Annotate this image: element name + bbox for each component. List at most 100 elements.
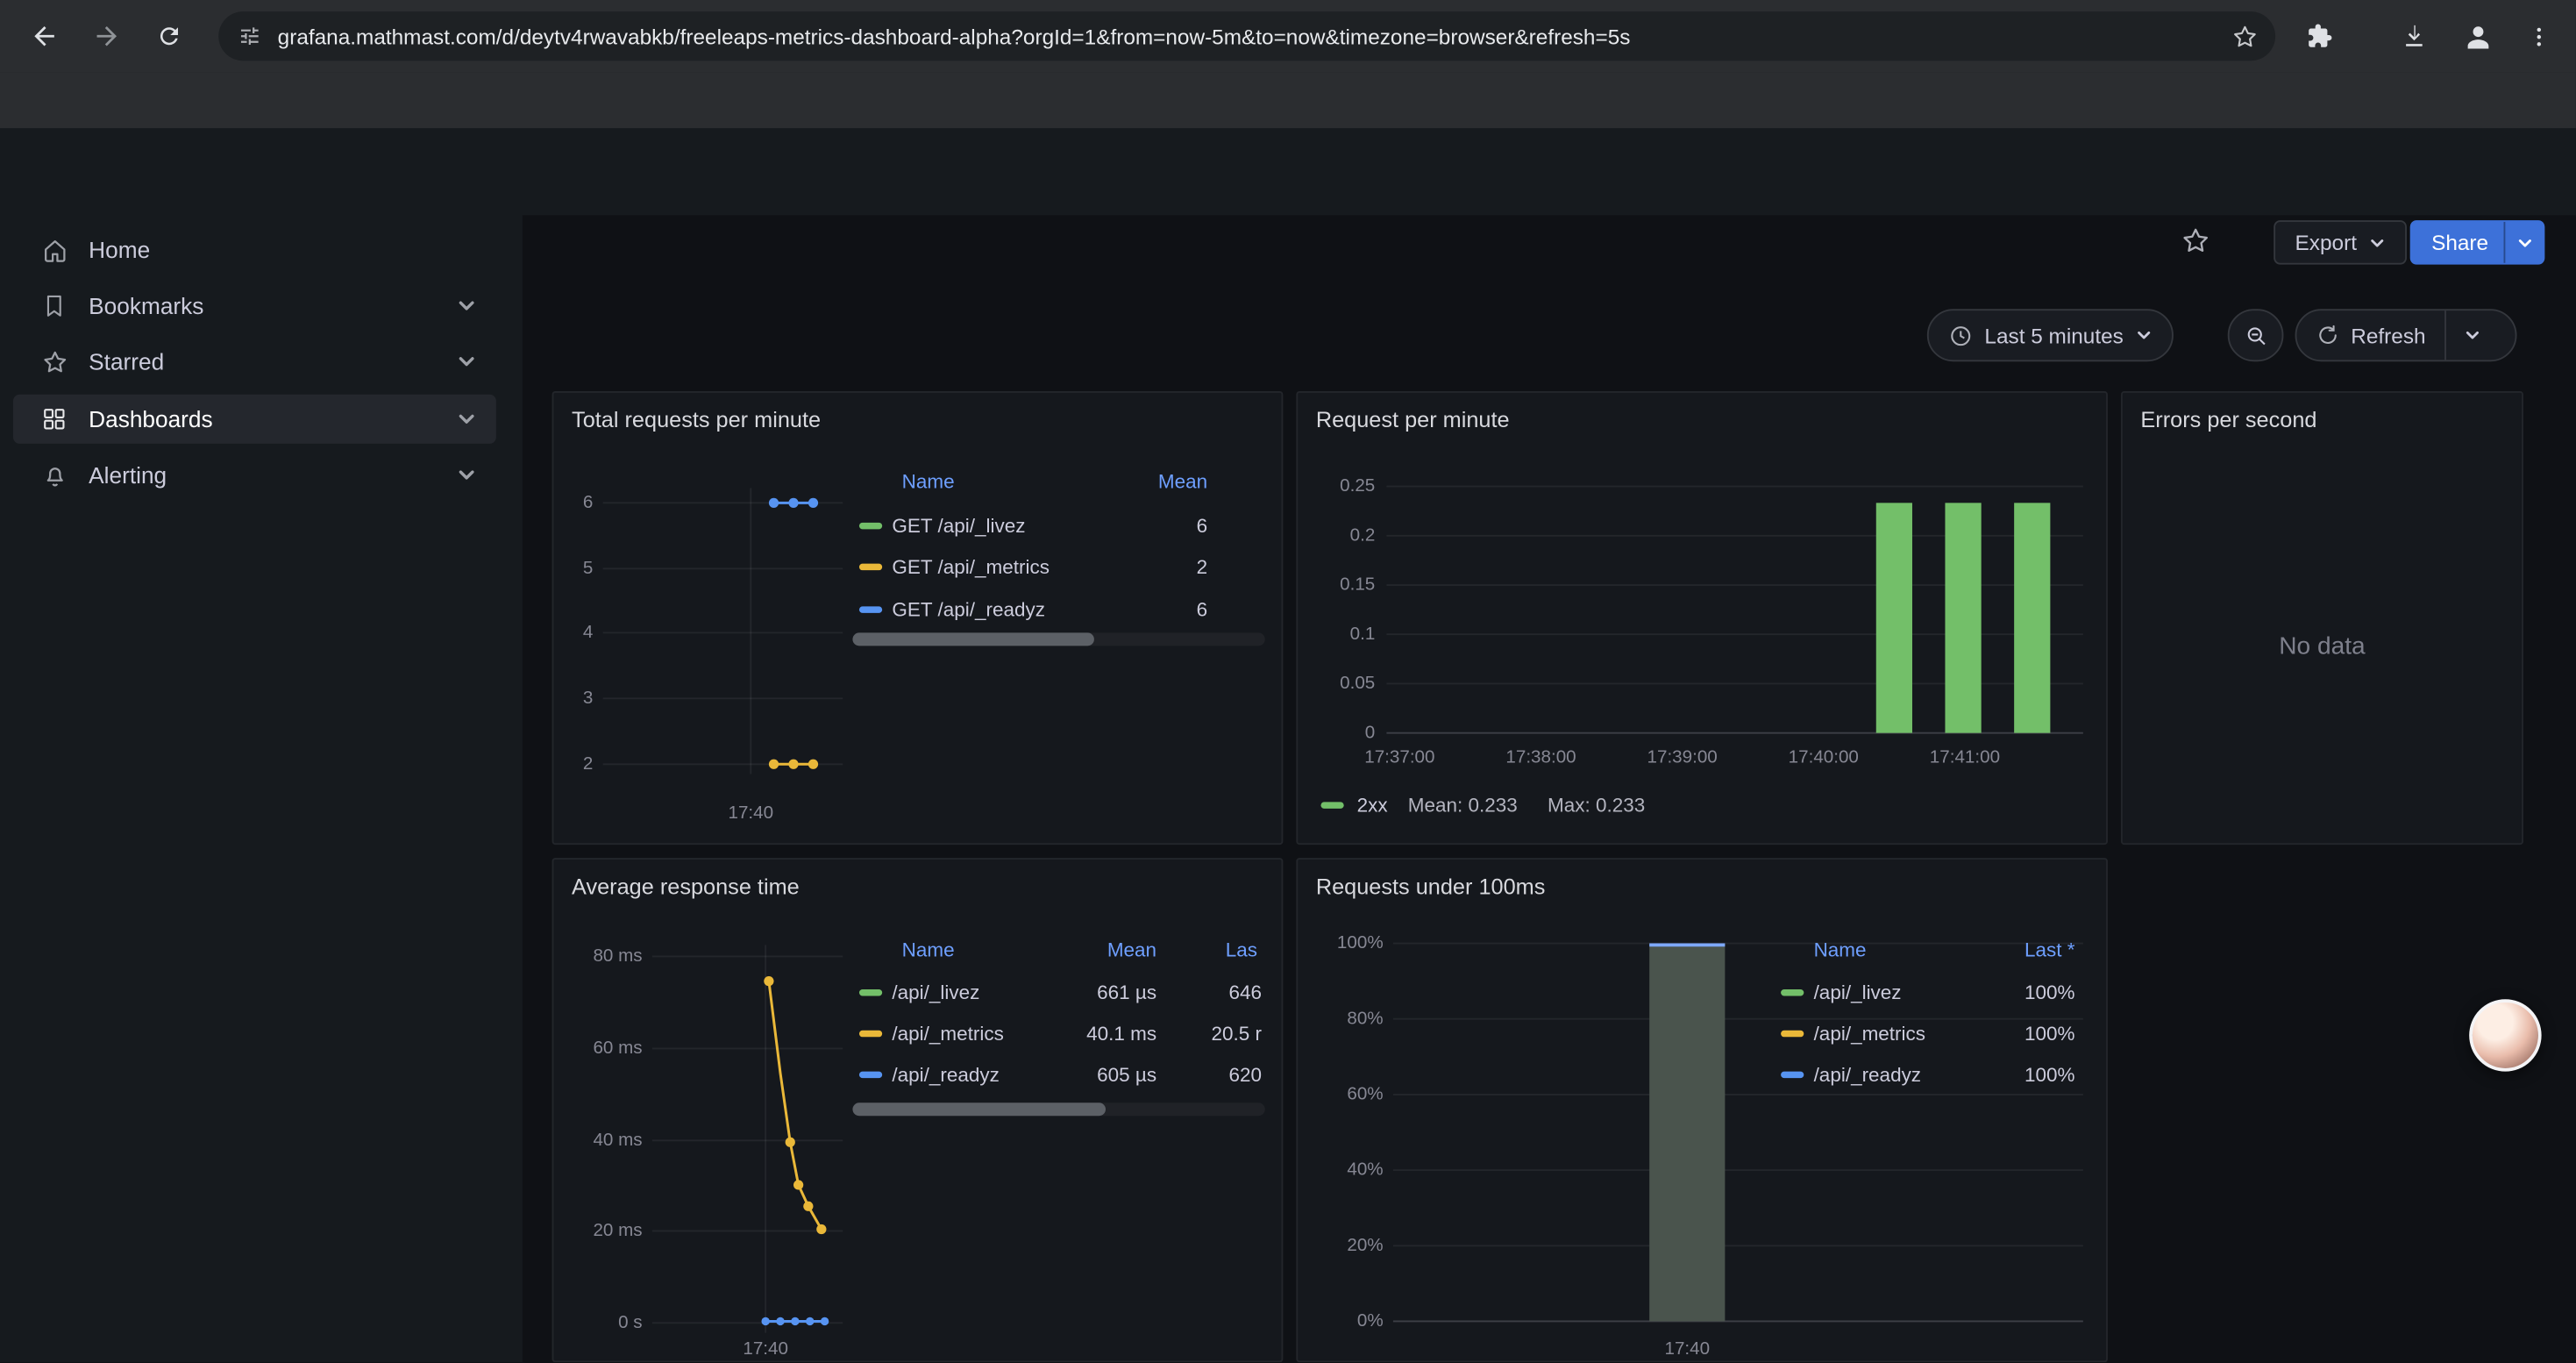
sidebar-item-dashboards[interactable]: Dashboards (13, 395, 496, 444)
chevron-down-icon (2368, 234, 2385, 251)
bookmarks-bar: Freeleaps 收藏博客 (0, 72, 2576, 130)
panel-title[interactable]: Errors per second (2140, 408, 2316, 432)
legend-series-name[interactable]: /api/_livez (1814, 982, 1902, 1003)
x-tick: 17:39:00 (1630, 748, 1735, 767)
legend-last-value: 100% (2025, 1065, 2075, 1086)
legend-series-name[interactable]: GET /api/_readyz (892, 600, 1045, 621)
sidebar-item-bookmarks[interactable]: Bookmarks (13, 281, 496, 330)
profile-icon[interactable] (2454, 13, 2500, 59)
reload-icon[interactable] (146, 13, 192, 59)
legend-series-name[interactable]: /api/_readyz (1814, 1065, 1921, 1086)
legend-last-value: 620 (1228, 1065, 1262, 1086)
legend-col-last[interactable]: Las (1226, 940, 1269, 961)
screen: Freeleaps 收藏博客 Grafana Home Dashboards F… (0, 0, 2576, 1362)
legend-max: Max: 0.233 (1548, 796, 1645, 817)
legend-series-name[interactable]: /api/_readyz (892, 1065, 999, 1086)
y-tick: 6 (553, 493, 593, 512)
legend-series-name[interactable]: /api/_metrics (1814, 1024, 1925, 1045)
time-range-picker[interactable]: Last 5 minutes (1927, 309, 2173, 361)
panel-requests-under-100ms: Requests under 100ms 100% 80% 60% 40% 20… (1296, 858, 2108, 1362)
browser-toolbar (0, 0, 2576, 72)
y-tick: 0% (1298, 1311, 1383, 1331)
legend-col-mean[interactable]: Mean (1158, 472, 1207, 493)
share-button[interactable]: Share (2410, 220, 2544, 265)
refresh-interval-caret[interactable] (2464, 327, 2480, 344)
forward-icon[interactable] (84, 13, 130, 59)
series-swatch (1320, 802, 1343, 808)
legend-series-name[interactable]: GET /api/_metrics (892, 557, 1050, 578)
bookmark-star-icon[interactable] (2231, 22, 2259, 50)
panel-avg-response-time: Average response time 80 ms 60 ms (552, 858, 1284, 1362)
legend-series-name[interactable]: 2xx (1357, 796, 1388, 817)
legend-mean-value: 2 (1197, 557, 1208, 578)
legend-mean-value: 605 µs (1097, 1065, 1156, 1086)
requests-under-100ms-chart[interactable] (1298, 860, 2110, 1362)
floating-avatar-button[interactable] (2469, 999, 2541, 1071)
share-menu-caret[interactable] (2503, 222, 2533, 263)
back-icon[interactable] (21, 13, 67, 59)
favorite-star-icon[interactable] (2180, 225, 2211, 257)
downloads-icon[interactable] (2390, 13, 2436, 59)
legend-col-mean[interactable]: Mean (1107, 940, 1156, 961)
legend-last-value: 100% (2025, 982, 2075, 1003)
legend-last-value: 646 (1228, 982, 1262, 1003)
y-tick: 0 s (553, 1313, 642, 1332)
legend-scrollbar-thumb[interactable] (852, 632, 1093, 646)
bell-icon (39, 460, 69, 490)
series-swatch (859, 1031, 882, 1037)
no-data-message: No data (2123, 632, 2522, 660)
legend-scrollbar-thumb[interactable] (852, 1103, 1106, 1116)
chevron-down-icon (2135, 327, 2152, 344)
y-tick: 80% (1298, 1009, 1383, 1028)
star-icon (39, 346, 69, 376)
series-swatch (1781, 1072, 1804, 1078)
browser-menu-icon[interactable] (2516, 13, 2561, 59)
legend-scrollbar[interactable] (852, 632, 1264, 646)
legend-series-name[interactable]: /api/_metrics (892, 1024, 1003, 1045)
y-tick: 60% (1298, 1085, 1383, 1104)
sidebar-item-label: Home (89, 237, 150, 263)
dashboards-grid-icon (39, 404, 69, 434)
series-swatch (859, 989, 882, 995)
x-tick: 17:40 (709, 803, 792, 823)
legend-col-last[interactable]: Last * (2025, 940, 2074, 961)
y-tick: 0.05 (1298, 674, 1375, 693)
legend-scrollbar[interactable] (852, 1103, 1264, 1116)
legend-last-value: 100% (2025, 1024, 2075, 1045)
y-tick: 40 ms (553, 1131, 642, 1150)
x-tick: 17:41:00 (1912, 748, 2017, 767)
refresh-button[interactable]: Refresh (2295, 309, 2517, 361)
chevron-down-icon[interactable] (457, 352, 476, 371)
refresh-icon (2316, 324, 2339, 346)
time-range-label: Last 5 minutes (1984, 323, 2123, 347)
chevron-down-icon[interactable] (457, 465, 476, 484)
chevron-down-icon[interactable] (457, 410, 476, 429)
export-button[interactable]: Export (2274, 220, 2406, 265)
url-bar[interactable] (218, 11, 2275, 61)
legend-mean-value: 40.1 ms (1086, 1024, 1156, 1045)
sidebar-item-home[interactable]: Home (13, 225, 496, 275)
grafana-header: Grafana Home Dashboards Freeleaps Metric… (0, 128, 2576, 217)
panel-errors-per-second: Errors per second No data (2121, 391, 2523, 845)
extensions-icon[interactable] (2296, 13, 2342, 59)
y-tick: 0.1 (1298, 624, 1375, 644)
legend-series-name[interactable]: GET /api/_livez (892, 516, 1025, 537)
sidebar-item-starred[interactable]: Starred (13, 337, 496, 386)
zoom-out-button[interactable] (2228, 309, 2284, 361)
request-per-minute-chart[interactable] (1298, 393, 2110, 846)
url-input[interactable] (278, 24, 2231, 48)
sidebar-item-label: Alerting (89, 462, 167, 489)
sidebar-item-label: Dashboards (89, 406, 212, 432)
legend-col-name[interactable]: Name (902, 472, 955, 493)
legend-col-name[interactable]: Name (902, 940, 955, 961)
legend-col-name[interactable]: Name (1814, 940, 1867, 961)
sidebar-item-alerting[interactable]: Alerting (13, 450, 496, 499)
chevron-down-icon[interactable] (457, 296, 476, 315)
sidebar: Home Bookmarks Starred Dashboards (0, 215, 524, 1362)
legend-mean-value: 6 (1197, 516, 1208, 537)
legend-series-name[interactable]: /api/_livez (892, 982, 979, 1003)
panel-total-requests: Total requests per minute 6 5 4 3 2 17:4… (552, 391, 1284, 845)
x-tick: 17:38:00 (1489, 748, 1594, 767)
site-info-icon[interactable] (238, 25, 261, 47)
y-tick: 20 ms (553, 1221, 642, 1240)
